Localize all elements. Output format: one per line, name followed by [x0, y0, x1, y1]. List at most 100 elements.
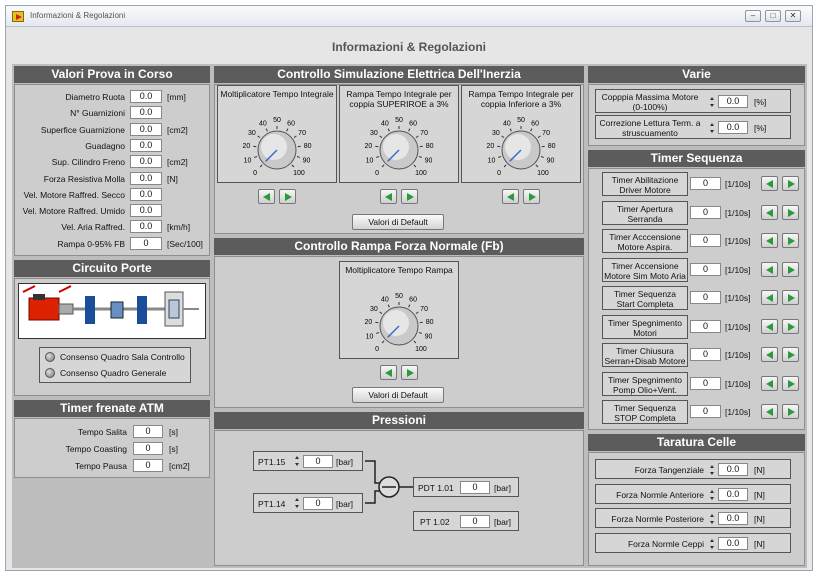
- inerzia-2-arrow-left-icon[interactable]: [380, 189, 397, 204]
- timer-seq-right-arrow-icon[interactable]: [782, 347, 799, 362]
- labview-app-icon: [12, 11, 24, 22]
- taratura-spinner-icon[interactable]: [710, 464, 715, 476]
- inerzia-3-knob-tick-label: 30: [492, 130, 500, 137]
- valori-value[interactable]: 0.0: [130, 187, 162, 201]
- timer-seq-right-arrow-icon[interactable]: [782, 204, 799, 220]
- timer-seq-left-arrow-icon[interactable]: [761, 290, 778, 305]
- pt115-spinner-icon[interactable]: [295, 455, 300, 467]
- inerzia-3-knob-dial[interactable]: 010 20 3040 50 6070 80 90 100: [462, 110, 580, 182]
- inerzia-3-knob-tick-label: 70: [542, 130, 550, 137]
- minimize-button[interactable]: –: [745, 10, 761, 22]
- valori-label: Rampa 0-95% FB: [57, 238, 125, 249]
- taratura-label: Forza Normle Ceppi: [627, 538, 704, 549]
- timer-seq-label: Timer Chiusura Serran+Disab Motore: [604, 346, 686, 366]
- taratura-row-box: Forza Normle Posteriore 0.0 [N]: [595, 508, 791, 528]
- timer-seq-unit: [1/10s]: [725, 350, 751, 360]
- inerzia-3-arrow-left-icon[interactable]: [502, 189, 519, 204]
- timer-seq-left-arrow-icon[interactable]: [761, 375, 778, 391]
- timer-frenate-unit: [s]: [169, 427, 178, 437]
- inerzia-2-knob-dial[interactable]: 010 20 3040 50 6070 80 90 100: [340, 110, 458, 182]
- inerzia-2-knob-tick-label: 70: [420, 130, 428, 137]
- timer-seq-right-arrow-icon[interactable]: [782, 375, 799, 391]
- taratura-unit: [N]: [754, 514, 765, 524]
- fb-knob-dial[interactable]: 010 20 3040 50 6070 80 90 100: [340, 286, 458, 358]
- fb-arrow-left-icon[interactable]: [380, 365, 397, 380]
- inerzia-2-knob-tick-label: 90: [425, 158, 433, 165]
- timer-seq-value[interactable]: 0: [690, 262, 721, 276]
- varie-value[interactable]: 0.0: [718, 121, 748, 134]
- inerzia-1-knob-tick-label: 30: [248, 130, 256, 137]
- timer-seq-right-arrow-icon[interactable]: [782, 290, 799, 305]
- timer-seq-value[interactable]: 0: [690, 177, 721, 190]
- default-values-button-fb[interactable]: Valori di Default: [352, 387, 444, 403]
- timer-seq-left-arrow-icon[interactable]: [761, 404, 778, 419]
- valori-value[interactable]: 0: [130, 236, 162, 250]
- taratura-unit: [N]: [754, 465, 765, 475]
- timer-frenate-value[interactable]: 0: [133, 442, 163, 455]
- taratura-row-box: Forza Normle Anteriore 0.0 [N]: [595, 483, 791, 504]
- circuit-diagram: [18, 283, 206, 339]
- varie-value[interactable]: 0.0: [718, 95, 748, 108]
- timer-seq-right-arrow-icon[interactable]: [782, 233, 799, 248]
- timer-seq-right-arrow-icon[interactable]: [782, 261, 799, 277]
- valori-value[interactable]: 0.0: [130, 138, 162, 152]
- valori-value[interactable]: 0.0: [130, 220, 162, 234]
- timer-seq-label-box: Timer Sequenza STOP Completa: [602, 400, 688, 424]
- valori-value[interactable]: 0.0: [130, 204, 162, 218]
- timer-seq-value[interactable]: 0: [690, 405, 721, 418]
- inerzia-3-arrow-right-icon[interactable]: [523, 189, 540, 204]
- inerzia-1-arrow-right-icon[interactable]: [279, 189, 296, 204]
- taratura-spinner-icon[interactable]: [710, 513, 715, 525]
- timer-seq-value[interactable]: 0: [690, 319, 721, 333]
- taratura-value[interactable]: 0.0: [718, 463, 748, 476]
- taratura-spinner-icon[interactable]: [710, 538, 715, 550]
- valori-value[interactable]: 0.0: [130, 90, 162, 103]
- timer-seq-value[interactable]: 0: [690, 348, 721, 361]
- timer-seq-right-arrow-icon[interactable]: [782, 318, 799, 334]
- default-values-button-inerzia[interactable]: Valori di Default: [352, 214, 444, 230]
- timer-seq-right-arrow-icon[interactable]: [782, 176, 799, 191]
- valori-label: Vel. Motore Raffred. Umido: [22, 206, 125, 217]
- timer-frenate-value[interactable]: 0: [133, 425, 163, 438]
- close-button[interactable]: ✕: [785, 10, 801, 22]
- valori-value[interactable]: 0.0: [130, 106, 162, 120]
- taratura-value[interactable]: 0.0: [718, 512, 748, 525]
- taratura-spinner-icon[interactable]: [710, 489, 715, 501]
- varie-spinner-icon[interactable]: [710, 122, 715, 134]
- inerzia-1-arrow-left-icon[interactable]: [258, 189, 275, 204]
- timer-seq-value[interactable]: 0: [690, 234, 721, 247]
- taratura-value[interactable]: 0.0: [718, 536, 748, 550]
- pt114-value[interactable]: 0: [303, 497, 333, 510]
- timer-seq-right-arrow-icon[interactable]: [782, 404, 799, 419]
- timer-seq-left-arrow-icon[interactable]: [761, 204, 778, 220]
- pt115-value[interactable]: 0: [303, 455, 333, 468]
- varie-panel: Copppia Massima Motore (0-100%) 0.0 [%] Cor…: [588, 84, 805, 146]
- varie-spinner-icon[interactable]: [710, 96, 715, 108]
- pressioni-panel: PT1.15 0 [bar] PT1.14 0 [bar] PDT 1.01 0…: [214, 430, 584, 566]
- valori-value[interactable]: 0.0: [130, 122, 162, 136]
- inerzia-1-knob-tick-label: 100: [293, 170, 305, 177]
- maximize-button[interactable]: □: [765, 10, 781, 22]
- timer-seq-unit: [1/10s]: [725, 236, 751, 246]
- inerzia-2-knob-box: Rampa Tempo Integrale per coppia SUPERIR…: [339, 85, 459, 183]
- valori-label: Forza Resistiva Molla: [43, 173, 125, 184]
- timer-seq-left-arrow-icon[interactable]: [761, 318, 778, 334]
- timer-seq-label-box: Timer Chiusura Serran+Disab Motore: [602, 343, 688, 367]
- timer-frenate-value[interactable]: 0: [133, 459, 163, 472]
- taratura-value[interactable]: 0.0: [718, 487, 748, 501]
- timer-seq-value[interactable]: 0: [690, 205, 721, 219]
- fb-arrow-right-icon[interactable]: [401, 365, 418, 380]
- valori-value[interactable]: 0.0: [130, 155, 162, 169]
- inerzia-2-arrow-right-icon[interactable]: [401, 189, 418, 204]
- pt114-spinner-icon[interactable]: [295, 497, 300, 509]
- inerzia-3-knob-tick-label: 80: [548, 143, 556, 150]
- timer-seq-value[interactable]: 0: [690, 376, 721, 390]
- timer-seq-left-arrow-icon[interactable]: [761, 176, 778, 191]
- inerzia-2-knob-tick-label: 20: [364, 143, 372, 150]
- timer-seq-left-arrow-icon[interactable]: [761, 261, 778, 277]
- timer-seq-left-arrow-icon[interactable]: [761, 233, 778, 248]
- inerzia-1-knob-dial[interactable]: 010 20 3040 50 6070 80 90 100: [218, 110, 336, 182]
- timer-seq-value[interactable]: 0: [690, 291, 721, 304]
- timer-seq-left-arrow-icon[interactable]: [761, 347, 778, 362]
- valori-value[interactable]: 0.0: [130, 171, 162, 185]
